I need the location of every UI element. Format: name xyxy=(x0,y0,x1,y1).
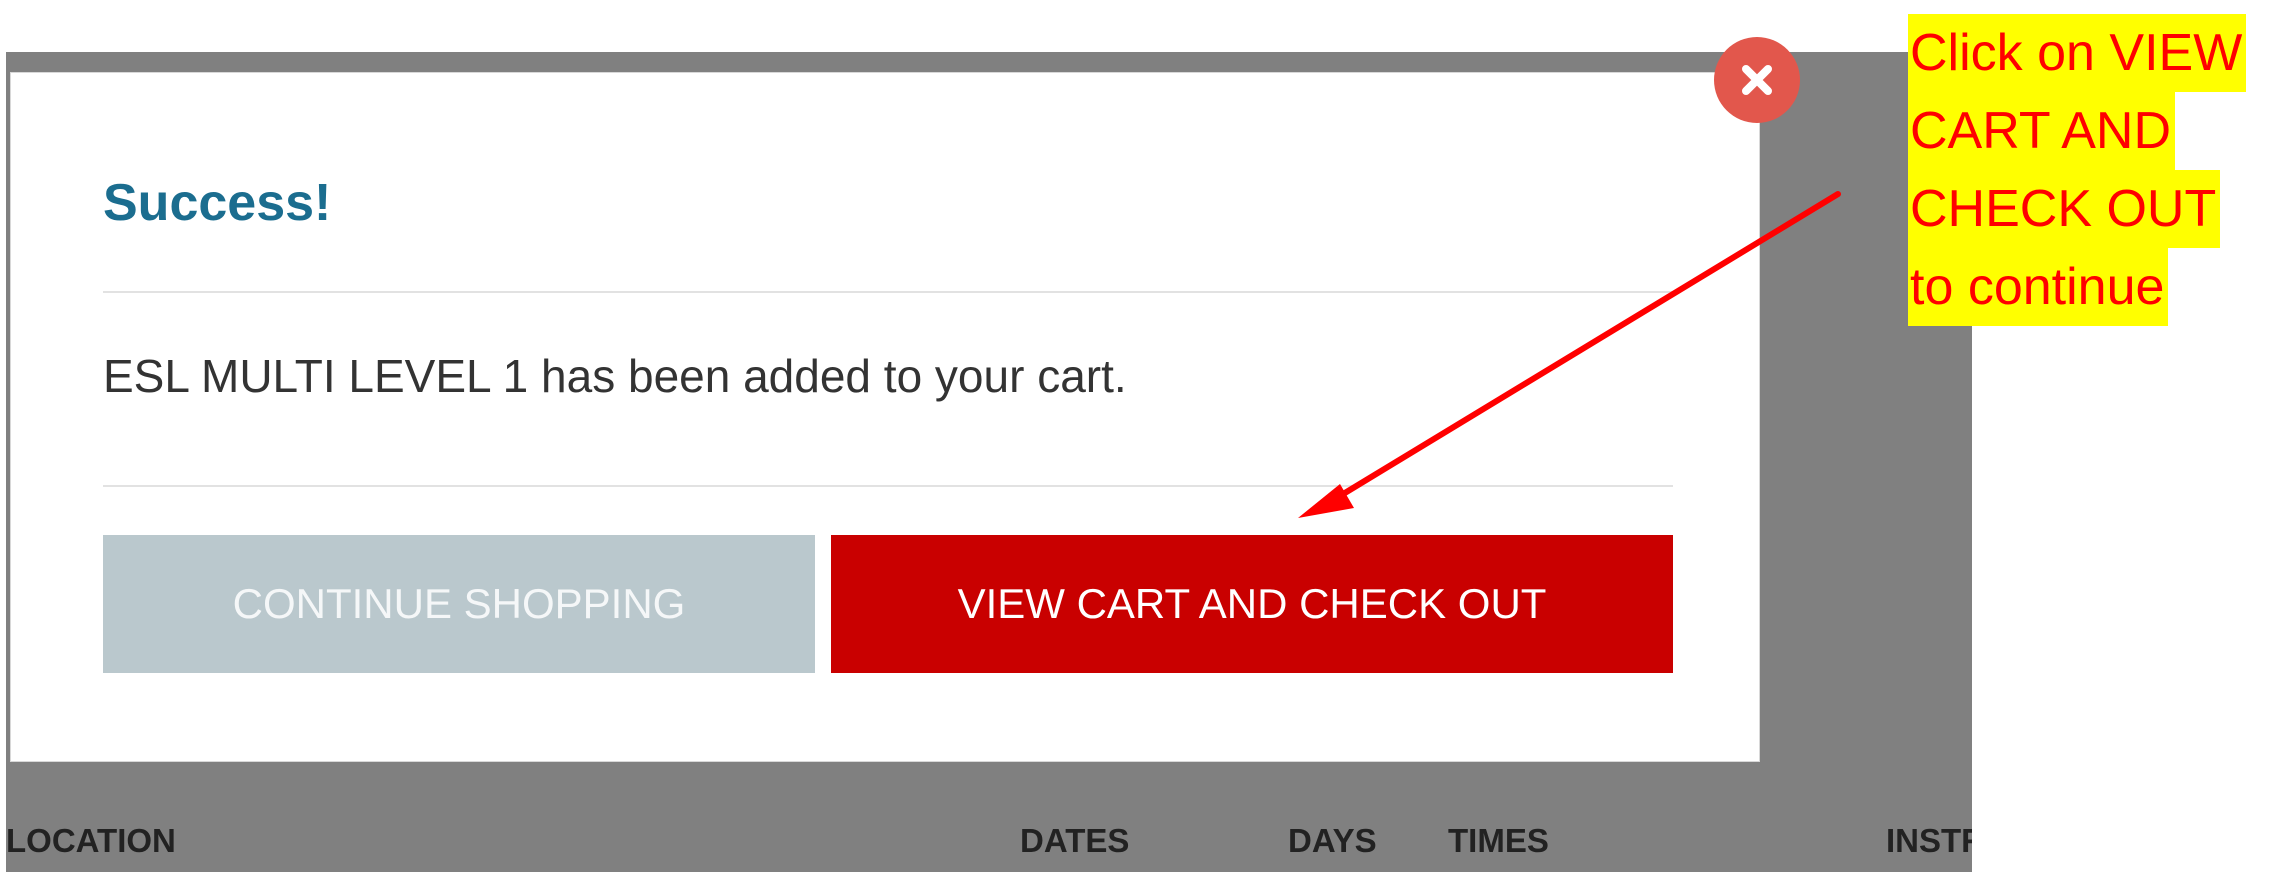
instruction-annotation: Click on VIEW CART AND CHECK OUT to cont… xyxy=(1908,14,2247,326)
modal-divider-bottom xyxy=(103,485,1673,487)
modal-message: ESL MULTI LEVEL 1 has been added to your… xyxy=(103,350,1127,402)
column-header-days[interactable]: DAYS xyxy=(1288,822,1377,860)
page: LOCATION DATES DAYS TIMES INSTRUCTOR Suc… xyxy=(0,0,2284,872)
modal-divider-top xyxy=(103,291,1673,293)
annotation-line: Click on VIEW xyxy=(1908,14,2247,92)
column-header-times[interactable]: TIMES xyxy=(1448,822,1549,860)
course-table-header: LOCATION DATES DAYS TIMES INSTRUCTOR xyxy=(6,822,1972,872)
column-header-instructor[interactable]: INSTRUCTOR xyxy=(1886,822,1972,860)
continue-shopping-button[interactable]: CONTINUE SHOPPING xyxy=(103,535,815,673)
annotation-line: to continue xyxy=(1908,248,2169,326)
column-header-location[interactable]: LOCATION xyxy=(6,822,176,860)
view-cart-and-check-out-button[interactable]: VIEW CART AND CHECK OUT xyxy=(831,535,1673,673)
modal-close-button[interactable] xyxy=(1714,37,1800,123)
modal-title: Success! xyxy=(103,174,332,232)
column-header-dates[interactable]: DATES xyxy=(1020,822,1129,860)
success-modal: Success! ESL MULTI LEVEL 1 has been adde… xyxy=(10,72,1760,762)
close-x-icon xyxy=(1742,65,1772,95)
annotation-line: CART AND xyxy=(1908,92,2176,170)
annotation-line: CHECK OUT xyxy=(1908,170,2221,248)
